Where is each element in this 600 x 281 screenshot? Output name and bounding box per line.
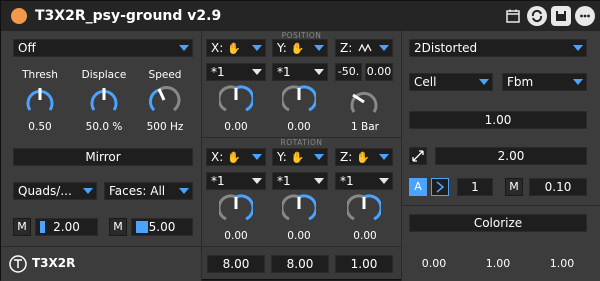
pos-x-mult[interactable]: *1 — [206, 63, 266, 81]
rot-y-dropdown[interactable]: Y: ✋ — [272, 148, 328, 166]
m1-value: 2.00 — [53, 220, 80, 234]
thresh-knob[interactable] — [23, 83, 57, 117]
m2-value: 5.00 — [148, 220, 176, 234]
thresh-label: Thresh — [22, 69, 58, 81]
rotation-section-label: ROTATION — [280, 138, 323, 147]
rot-y-label: Y: — [277, 150, 287, 164]
pos-z-left[interactable]: -50. — [335, 63, 362, 81]
cell-value: Cell — [414, 75, 437, 89]
rot-x-knob[interactable] — [219, 192, 253, 226]
hand-icon: ✋ — [290, 150, 305, 164]
pos-y-knob[interactable] — [282, 83, 316, 117]
pos-y-mult[interactable]: *1 — [272, 63, 328, 81]
next-icon[interactable] — [431, 178, 449, 196]
pos-x-label: X: — [211, 41, 224, 55]
displace-knob[interactable] — [87, 83, 121, 117]
displace-label: Displace — [81, 69, 127, 81]
refresh-icon[interactable] — [527, 6, 547, 26]
m2-value-field[interactable]: 5.00 — [131, 218, 193, 236]
pos-x-value: 0.00 — [224, 121, 248, 133]
fbm-value: Fbm — [507, 75, 534, 89]
color-b-value[interactable]: 1.00 — [537, 257, 587, 270]
m1-button[interactable]: M — [13, 218, 31, 236]
pos-y-value: 0.00 — [287, 121, 311, 133]
brand-label: T3X2R — [32, 256, 76, 270]
speed-label: Speed — [148, 69, 182, 81]
save-icon[interactable] — [551, 6, 571, 26]
mode-dropdown[interactable]: Off — [13, 39, 193, 57]
pos-z-knob[interactable] — [347, 85, 381, 119]
quads-value: Quads/... — [18, 184, 72, 198]
brand-logo-icon — [9, 255, 27, 273]
pos-z-right[interactable]: 0.00 — [365, 63, 393, 81]
calendar-icon[interactable] — [503, 6, 523, 26]
a-toggle[interactable]: A — [409, 178, 427, 196]
hand-icon: ✋ — [227, 150, 241, 164]
scale-value-field[interactable]: 2.00 — [435, 147, 587, 165]
scale-z-field[interactable]: 1.00 — [335, 255, 393, 273]
step-field[interactable]: 1 — [457, 178, 493, 196]
pos-z-label: Z: — [340, 41, 353, 55]
scale-y-field[interactable]: 8.00 — [271, 255, 329, 273]
quads-dropdown[interactable]: Quads/... — [13, 182, 97, 200]
rot-z-value: 0.00 — [353, 230, 377, 242]
color-g-value[interactable]: 1.00 — [473, 257, 523, 270]
title-bar: T3X2R_psy-ground v2.9 — [1, 1, 600, 31]
rot-z-mult[interactable]: *1 — [335, 172, 393, 190]
pos-y-dropdown[interactable]: Y: ✋ — [272, 39, 328, 57]
rot-x-mult-value: *1 — [211, 174, 225, 188]
thresh-value: 0.50 — [28, 121, 52, 133]
speed-knob[interactable] — [147, 83, 181, 117]
mode-value: Off — [18, 41, 36, 55]
rot-x-value: 0.00 — [224, 230, 248, 242]
speed-value: 500 Hz — [146, 121, 184, 133]
fbm-dropdown[interactable]: Fbm — [502, 73, 587, 91]
distort-value: 2Distorted — [414, 41, 478, 55]
device-title: T3X2R_psy-ground v2.9 — [35, 8, 222, 24]
rot-z-dropdown[interactable]: Z: ✋ — [335, 148, 393, 166]
distort-dropdown[interactable]: 2Distorted — [409, 39, 587, 57]
rot-x-dropdown[interactable]: X: ✋ — [206, 148, 266, 166]
title-icons — [503, 6, 595, 26]
scale-x-field[interactable]: 8.00 — [207, 255, 265, 273]
hand-icon: ✋ — [227, 41, 241, 55]
m1-fill — [40, 221, 45, 233]
rot-x-mult[interactable]: *1 — [206, 172, 266, 190]
hand-icon: ✋ — [290, 41, 305, 55]
hand-icon: ✋ — [356, 150, 370, 164]
expand-icon[interactable] — [409, 147, 427, 165]
m2-button[interactable]: M — [109, 218, 127, 236]
rot-x-label: X: — [211, 150, 224, 164]
rot-z-mult-value: *1 — [340, 174, 354, 188]
pos-x-dropdown[interactable]: X: ✋ — [206, 39, 266, 57]
noise-value-field[interactable]: 1.00 — [409, 111, 587, 129]
faces-value: Faces: All — [109, 184, 166, 198]
pos-z-dropdown[interactable]: Z: — [335, 39, 393, 57]
color-r-value[interactable]: 0.00 — [409, 257, 459, 270]
pos-y-mult-value: *1 — [277, 65, 291, 79]
m-right-value[interactable]: 0.10 — [529, 178, 587, 196]
rot-y-value: 0.00 — [287, 230, 311, 242]
rot-z-label: Z: — [340, 150, 353, 164]
faces-dropdown[interactable]: Faces: All — [104, 182, 193, 200]
more-icon[interactable] — [575, 6, 595, 26]
pos-x-knob[interactable] — [219, 83, 253, 117]
rot-y-mult-value: *1 — [277, 174, 291, 188]
pos-x-mult-value: *1 — [211, 65, 225, 79]
rot-y-mult[interactable]: *1 — [272, 172, 328, 190]
colorize-button[interactable]: Colorize — [409, 214, 587, 232]
displace-value: 50.0 % — [85, 121, 123, 133]
m2-fill — [136, 221, 148, 233]
rot-y-knob[interactable] — [282, 192, 316, 226]
zigzag-icon — [358, 43, 372, 53]
power-icon[interactable] — [11, 8, 27, 24]
mirror-button[interactable]: Mirror — [13, 148, 193, 166]
pos-z-value: 1 Bar — [351, 121, 379, 133]
m-right-button[interactable]: M — [505, 178, 523, 196]
pos-y-label: Y: — [277, 41, 287, 55]
rot-z-knob[interactable] — [347, 192, 381, 226]
m1-value-field[interactable]: 2.00 — [35, 218, 98, 236]
device: T3X2R_psy-ground v2.9 Off Thresh Displac… — [0, 0, 600, 281]
cell-dropdown[interactable]: Cell — [409, 73, 493, 91]
